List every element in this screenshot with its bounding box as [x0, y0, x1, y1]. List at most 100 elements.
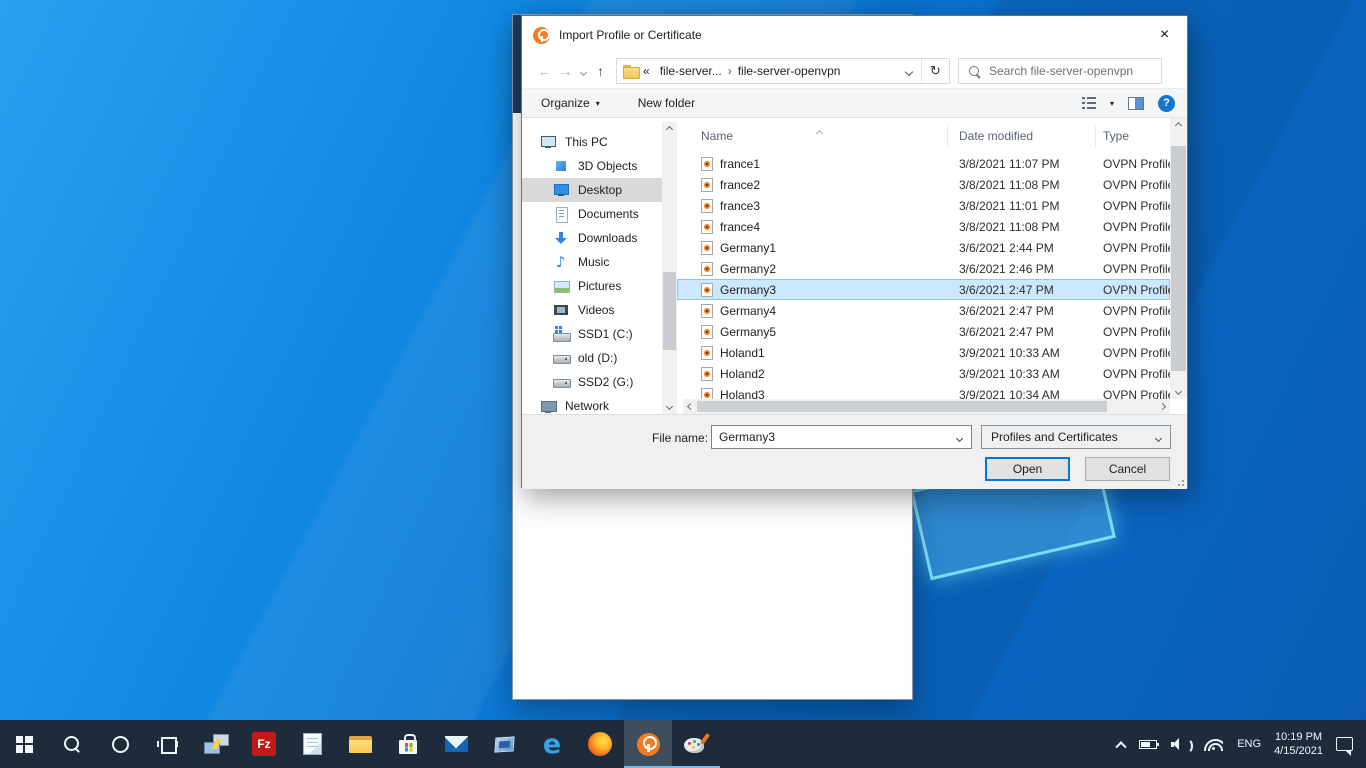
file-row[interactable]: france3 3/8/2021 11:01 PM OVPN Profile	[677, 195, 1170, 216]
scroll-down-icon[interactable]	[662, 399, 677, 414]
address-bar[interactable]: « file-server... › file-server-openvpn ↻	[616, 58, 950, 84]
close-button[interactable]: ×	[1142, 16, 1187, 54]
file-list-horizontal-scrollbar[interactable]	[683, 399, 1170, 414]
file-explorer-button[interactable]	[336, 720, 384, 768]
cortana-button[interactable]	[96, 720, 144, 768]
file-type: OVPN Profile	[1096, 304, 1170, 318]
action-center-button[interactable]	[1329, 720, 1360, 768]
file-type: OVPN Profile	[1096, 178, 1170, 192]
clock[interactable]: 10:19 PM 4/15/2021	[1268, 720, 1329, 768]
up-button[interactable]: ↑	[590, 63, 611, 79]
scroll-down-icon[interactable]	[1170, 384, 1187, 399]
task-view-icon	[157, 735, 179, 753]
list-view-icon[interactable]	[1082, 97, 1096, 109]
lightning-icon	[211, 739, 221, 749]
dialog-titlebar[interactable]: Import Profile or Certificate ×	[522, 16, 1187, 54]
back-button[interactable]: ←	[534, 63, 555, 79]
sidebar-item-ssd1-c[interactable]: SSD1 (C:)	[522, 322, 677, 346]
new-folder-button[interactable]: New folder	[638, 96, 695, 110]
file-type: OVPN Profile	[1096, 283, 1170, 297]
language-indicator[interactable]: ENG	[1230, 720, 1268, 768]
file-name-input[interactable]: Germany3	[711, 425, 972, 449]
notepad-button[interactable]	[288, 720, 336, 768]
file-row[interactable]: Holand1 3/9/2021 10:33 AM OVPN Profile	[677, 342, 1170, 363]
scrollbar-thumb[interactable]	[663, 272, 676, 350]
file-list-vertical-scrollbar[interactable]	[1170, 118, 1187, 399]
column-header-type[interactable]: Type	[1096, 126, 1170, 148]
3d-objects-icon	[553, 158, 570, 174]
sidebar-item-3d-objects[interactable]: 3D Objects	[522, 154, 677, 178]
sidebar-item-music[interactable]: Music	[522, 250, 677, 274]
sidebar-item-videos[interactable]: Videos	[522, 298, 677, 322]
remote-desktop-button[interactable]	[192, 720, 240, 768]
taskbar: Fz e ENG 10:19 PM 4/15/2021	[0, 720, 1366, 768]
file-row[interactable]: Germany1 3/6/2021 2:44 PM OVPN Profile	[677, 237, 1170, 258]
file-row[interactable]: Holand3 3/9/2021 10:34 AM OVPN Profile	[677, 384, 1170, 399]
movies-tv-button[interactable]	[480, 720, 528, 768]
breadcrumb-parent[interactable]: file-server...	[655, 64, 727, 78]
cancel-button[interactable]: Cancel	[1085, 457, 1170, 481]
file-date: 3/9/2021 10:34 AM	[948, 388, 1096, 400]
sidebar-item-ssd2-g[interactable]: SSD2 (G:)	[522, 370, 677, 394]
hidden-icons-button[interactable]	[1110, 720, 1132, 768]
organize-button[interactable]: Organize ▾	[541, 96, 600, 110]
forward-button[interactable]: →	[555, 63, 576, 79]
sidebar-item-downloads[interactable]: Downloads	[522, 226, 677, 250]
help-button[interactable]: ?	[1158, 95, 1175, 112]
preview-pane-icon[interactable]	[1128, 97, 1144, 110]
sidebar-item-documents[interactable]: Documents	[522, 202, 677, 226]
column-header-date-modified[interactable]: Date modified	[948, 126, 1096, 148]
sidebar-item-network[interactable]: Network	[522, 394, 677, 414]
firefox-button[interactable]	[576, 720, 624, 768]
view-dropdown-button[interactable]: ▾	[1110, 99, 1114, 108]
sidebar-scrollbar[interactable]	[662, 122, 677, 414]
scroll-right-icon[interactable]	[1155, 399, 1170, 414]
refresh-button[interactable]: ↻	[922, 63, 949, 79]
chevron-down-icon[interactable]	[957, 430, 971, 444]
task-view-button[interactable]	[144, 720, 192, 768]
start-button[interactable]	[0, 720, 48, 768]
volume-button[interactable]	[1164, 720, 1197, 768]
address-dropdown-button[interactable]	[897, 64, 921, 78]
resize-grip[interactable]	[1182, 484, 1184, 486]
scroll-up-icon[interactable]	[1170, 118, 1187, 133]
paint-icon	[684, 733, 708, 755]
filezilla-button[interactable]: Fz	[240, 720, 288, 768]
edge-button[interactable]: e	[528, 720, 576, 768]
sidebar-item-old-d[interactable]: old (D:)	[522, 346, 677, 370]
search-input[interactable]: Search file-server-openvpn	[958, 58, 1162, 84]
chevron-down-icon[interactable]	[1156, 430, 1170, 444]
breadcrumb-overflow[interactable]: «	[638, 64, 655, 78]
recent-locations-button[interactable]	[576, 64, 590, 78]
file-row[interactable]: Germany4 3/6/2021 2:47 PM OVPN Profile	[677, 300, 1170, 321]
scrollbar-thumb[interactable]	[1171, 146, 1186, 371]
wifi-icon	[1204, 738, 1223, 751]
column-header-name[interactable]: Name	[677, 126, 948, 148]
file-type-select[interactable]: Profiles and Certificates	[981, 425, 1171, 449]
file-type: OVPN Profile	[1096, 346, 1170, 360]
file-row[interactable]: france1 3/8/2021 11:07 PM OVPN Profile	[677, 153, 1170, 174]
file-row-selected[interactable]: Germany3 3/6/2021 2:47 PM OVPN Profile	[677, 279, 1170, 300]
sidebar-item-pictures[interactable]: Pictures	[522, 274, 677, 298]
mail-button[interactable]	[432, 720, 480, 768]
paint-taskbar-button[interactable]	[672, 720, 720, 768]
open-button[interactable]: Open	[985, 457, 1070, 481]
file-row[interactable]: france2 3/8/2021 11:08 PM OVPN Profile	[677, 174, 1170, 195]
file-row[interactable]: Holand2 3/9/2021 10:33 AM OVPN Profile	[677, 363, 1170, 384]
scroll-up-icon[interactable]	[662, 122, 677, 137]
microsoft-store-button[interactable]	[384, 720, 432, 768]
file-row[interactable]: france4 3/8/2021 11:08 PM OVPN Profile	[677, 216, 1170, 237]
sidebar-item-this-pc[interactable]: This PC	[522, 130, 677, 154]
file-name: Holand1	[720, 346, 765, 360]
scrollbar-thumb[interactable]	[697, 401, 1107, 412]
scroll-left-icon[interactable]	[683, 399, 698, 414]
openvpn-taskbar-button[interactable]	[624, 720, 672, 768]
file-row[interactable]: Germany2 3/6/2021 2:46 PM OVPN Profile	[677, 258, 1170, 279]
sidebar-item-desktop[interactable]: Desktop	[522, 178, 677, 202]
breadcrumb-current[interactable]: file-server-openvpn	[733, 64, 846, 78]
file-row[interactable]: Germany5 3/6/2021 2:47 PM OVPN Profile	[677, 321, 1170, 342]
wifi-button[interactable]	[1197, 720, 1230, 768]
ovpn-file-icon	[701, 220, 713, 234]
battery-button[interactable]	[1132, 720, 1164, 768]
taskbar-search-button[interactable]	[48, 720, 96, 768]
